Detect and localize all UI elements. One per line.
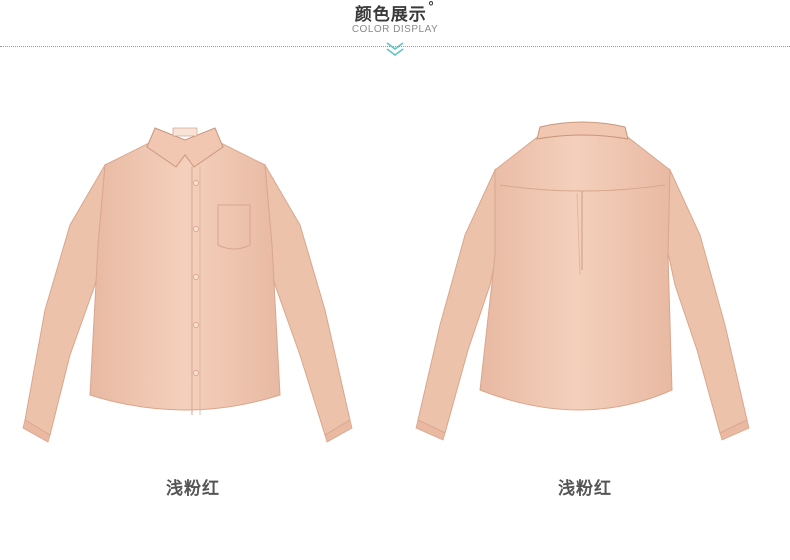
section-title: 颜色展示° bbox=[354, 0, 436, 25]
color-display-header: 颜色展示° COLOR DISPLAY bbox=[0, 0, 790, 70]
section-subtitle: COLOR DISPLAY bbox=[351, 24, 439, 35]
color-label-back: 浅粉红 bbox=[558, 479, 612, 499]
title-mark: ° bbox=[427, 0, 436, 15]
double-chevron-down-icon bbox=[386, 42, 404, 56]
shirt-front-image bbox=[10, 95, 380, 455]
color-label-front: 浅粉红 bbox=[166, 479, 220, 499]
shirt-back-image bbox=[400, 95, 770, 455]
